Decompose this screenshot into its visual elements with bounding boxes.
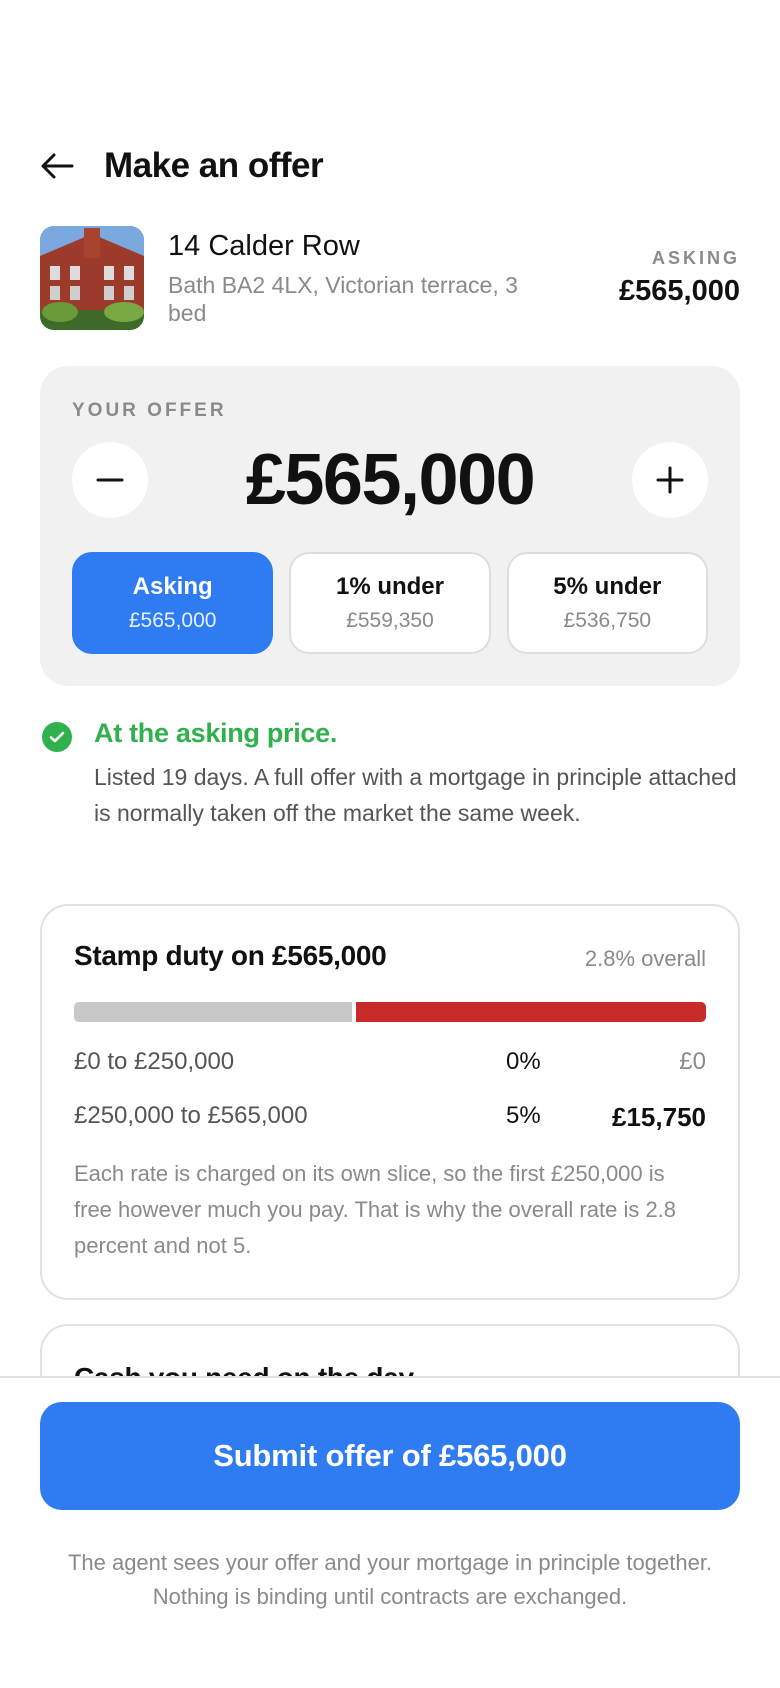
preset-label: Asking: [132, 573, 213, 600]
offer-amount: £565,000: [245, 440, 536, 520]
status-title: At the asking price.: [94, 718, 338, 748]
status-body: Listed 19 days. A full offer with a mort…: [94, 764, 737, 826]
band-rate: 5%: [506, 1102, 541, 1129]
footer-note: The agent sees your offer and your mortg…: [67, 1550, 713, 1609]
stamp-duty-card: Stamp duty on £565,000 2.8% overall £0 t…: [40, 904, 740, 1300]
preset-value: £536,750: [563, 609, 652, 632]
listing-summary: 14 Calder Row Bath BA2 4LX, Victorian te…: [40, 226, 740, 330]
footer: Submit offer of £565,000 The agent sees …: [0, 1376, 780, 1688]
header: Make an offer: [40, 140, 740, 192]
preset-label: 1% under: [335, 573, 444, 600]
asking-label: ASKING: [651, 248, 740, 268]
plus-icon: [656, 466, 684, 494]
decrease-offer-button[interactable]: [72, 442, 148, 518]
offer-card: YOUR OFFER £565,000 Asking £565,000 1% u…: [40, 366, 740, 686]
stamp-duty-title: Stamp duty on £565,000: [74, 940, 387, 971]
duty-band-row: £250,000 to £565,000 5% £15,750: [74, 1102, 706, 1138]
check-circle-icon: [42, 722, 72, 752]
preset-value: £565,000: [128, 609, 217, 632]
offer-presets: Asking £565,000 1% under £559,350 5% und…: [72, 552, 708, 654]
band-rate: 0%: [506, 1048, 541, 1075]
submit-offer-button[interactable]: Submit offer of £565,000: [40, 1402, 740, 1510]
stamp-duty-overall-rate: 2.8% overall: [584, 946, 706, 971]
bar-free-segment: [74, 1002, 353, 1022]
arrow-left-icon: [41, 153, 74, 179]
offer-status: At the asking price. Listed 19 days. A f…: [42, 718, 740, 831]
band-amount: £15,750: [612, 1102, 706, 1132]
listing-details: Bath BA2 4LX, Victorian terrace, 3 bed: [168, 272, 518, 326]
band-amount: £0: [679, 1048, 706, 1075]
preset-1pct-under[interactable]: 1% under £559,350: [289, 552, 491, 654]
duty-band-row: £0 to £250,000 0% £0: [74, 1048, 706, 1084]
asking-price: ASKING £565,000: [619, 226, 740, 330]
preset-label: 5% under: [553, 573, 662, 600]
minus-icon: [96, 478, 124, 482]
stamp-duty-note: Each rate is charged on its own slice, s…: [74, 1161, 677, 1258]
bar-taxed-segment: [356, 1002, 706, 1022]
preset-asking[interactable]: Asking £565,000: [72, 552, 274, 654]
page-title: Make an offer: [104, 146, 324, 185]
stamp-duty-bar: [74, 1002, 706, 1022]
increase-offer-button[interactable]: [632, 442, 708, 518]
preset-value: £559,350: [346, 609, 434, 632]
listing-address: 14 Calder Row: [168, 230, 360, 262]
offer-label: YOUR OFFER: [72, 400, 227, 421]
band-range: £250,000 to £565,000: [74, 1102, 308, 1129]
asking-value: £565,000: [619, 275, 740, 307]
back-button[interactable]: [40, 144, 84, 188]
band-range: £0 to £250,000: [74, 1048, 235, 1075]
property-photo: [40, 226, 144, 330]
preset-5pct-under[interactable]: 5% under £536,750: [506, 552, 708, 654]
